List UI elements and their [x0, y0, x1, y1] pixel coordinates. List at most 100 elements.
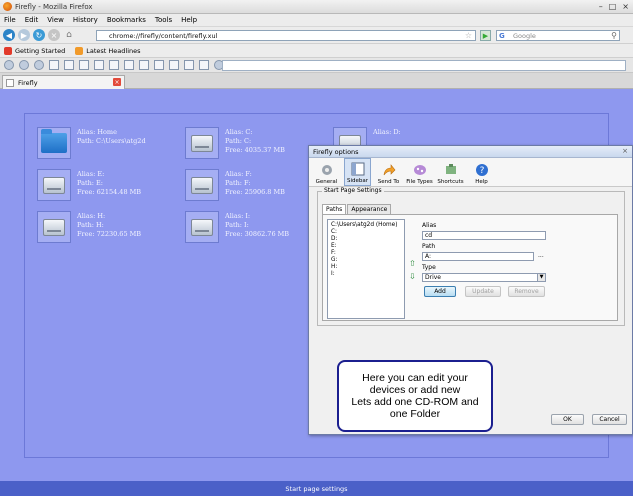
search-icon[interactable]: ⚲ [611, 31, 617, 40]
toolbar-send-to[interactable]: Send To [375, 158, 402, 186]
device-icon[interactable] [185, 211, 219, 243]
dialog-title-bar[interactable]: Firefly options [309, 146, 632, 158]
toolbar-icon[interactable] [49, 60, 59, 70]
type-label: Type [422, 264, 436, 271]
svg-text:?: ? [479, 166, 484, 176]
ok-button[interactable]: OK [551, 414, 584, 425]
menu-tools[interactable]: Tools [155, 16, 172, 24]
close-icon[interactable]: × [622, 2, 629, 11]
alias-input[interactable]: cd [422, 231, 546, 240]
device-icon[interactable] [37, 211, 71, 243]
move-up-icon[interactable]: ⇧ [409, 259, 416, 268]
toolbar-icon[interactable] [4, 60, 14, 70]
device-alias: Alias: F: [225, 170, 252, 178]
menu-help[interactable]: Help [181, 16, 197, 24]
toolbar-icon[interactable] [124, 60, 134, 70]
toolbar-label: Send To [377, 179, 400, 185]
list-item[interactable]: C:\Users\atg2d (Home) [331, 222, 401, 229]
back-icon[interactable]: ◀ [3, 29, 15, 41]
device-icon[interactable] [37, 169, 71, 201]
chevron-down-icon[interactable]: ▼ [537, 274, 545, 281]
list-item[interactable]: E: [331, 243, 401, 250]
toolbar-icon[interactable] [34, 60, 44, 70]
toolbar-help[interactable]: ? Help [468, 158, 495, 186]
maximize-icon[interactable]: □ [609, 2, 617, 11]
device-item[interactable]: Alias: C: Path: C: Free: 4035.37 MB [185, 127, 285, 159]
list-item[interactable]: G: [331, 257, 401, 264]
device-item[interactable]: Alias: I: Path: I: Free: 30862.76 MB [185, 211, 289, 243]
menu-view[interactable]: View [47, 16, 64, 24]
device-item[interactable]: Alias: F: Path: F: Free: 25906.8 MB [185, 169, 285, 201]
toolbar-general[interactable]: General [313, 158, 340, 186]
bookmark-latest-headlines[interactable]: Latest Headlines [75, 46, 141, 55]
menu-bookmarks[interactable]: Bookmarks [107, 16, 146, 24]
close-tab-icon[interactable]: × [113, 78, 121, 86]
list-item[interactable]: H: [331, 264, 401, 271]
device-list[interactable]: C:\Users\atg2d (Home) C: D: E: F: G: H: … [327, 219, 405, 319]
list-item[interactable]: C: [331, 229, 401, 236]
device-item[interactable]: Alias: H: Path: H: Free: 72230.65 MB [37, 211, 141, 243]
move-down-icon[interactable]: ⇩ [409, 272, 416, 281]
device-icon[interactable] [37, 127, 71, 159]
cancel-button[interactable]: Cancel [592, 414, 627, 425]
device-icon[interactable] [185, 169, 219, 201]
forward-icon[interactable]: ▶ [18, 29, 30, 41]
type-select[interactable]: Drive ▼ [422, 273, 546, 282]
toolbar-file-types[interactable]: File Types [406, 158, 433, 186]
dialog-close-icon[interactable]: × [620, 147, 630, 156]
toolbar-icon[interactable] [79, 60, 89, 70]
remove-button[interactable]: Remove [508, 286, 545, 297]
url-text: chrome://firefly/content/firefly.xul [109, 31, 218, 40]
go-icon[interactable]: ▶ [480, 30, 491, 41]
file-types-icon [413, 165, 426, 175]
toolbar-icon[interactable] [184, 60, 194, 70]
remove-label: Remove [514, 288, 539, 295]
toolbar-icon[interactable] [19, 60, 29, 70]
device-info: Alias: C: Path: C: Free: 4035.37 MB [225, 127, 285, 159]
firefly-path-input[interactable] [222, 60, 626, 71]
menu-history[interactable]: History [73, 16, 98, 24]
dialog-toolbar: General Sidebar Send To File Types Short… [309, 158, 632, 187]
toolbar-icon[interactable] [199, 60, 209, 70]
toolbar-icon[interactable] [154, 60, 164, 70]
toolbar-icon[interactable] [94, 60, 104, 70]
reload-icon[interactable]: ↻ [33, 29, 45, 41]
device-item[interactable]: Alias: Home Path: C:\Users\atg2d [37, 127, 146, 159]
drive-icon [191, 134, 213, 152]
device-item[interactable]: Alias: E: Path: E: Free: 62154.48 MB [37, 169, 141, 201]
menu-file[interactable]: File [4, 16, 16, 24]
google-icon[interactable]: G [499, 32, 505, 40]
bookmark-label: Latest Headlines [86, 46, 141, 55]
menu-edit[interactable]: Edit [25, 16, 39, 24]
bookmark-getting-started[interactable]: Getting Started [4, 46, 65, 55]
group-label: Start Page Settings [322, 187, 384, 194]
page-icon [6, 78, 14, 87]
home-icon[interactable]: ⌂ [63, 29, 75, 41]
toolbar-sidebar[interactable]: Sidebar [344, 158, 371, 186]
toolbar-icon[interactable] [109, 60, 119, 70]
toolbar-icon[interactable] [169, 60, 179, 70]
toolbar-shortcuts[interactable]: Shortcuts [437, 158, 464, 186]
toolbar-icon[interactable] [64, 60, 74, 70]
stop-icon[interactable]: × [48, 29, 60, 41]
search-box[interactable]: G Google ⚲ [496, 30, 620, 41]
list-item[interactable]: D: [331, 236, 401, 243]
minimize-icon[interactable]: – [599, 2, 603, 11]
update-button[interactable]: Update [465, 286, 501, 297]
path-label: Path [422, 243, 436, 250]
url-bar[interactable]: chrome://firefly/content/firefly.xul ☆ [96, 30, 476, 41]
status-text: Start page settings [285, 484, 348, 493]
path-input[interactable]: A: [422, 252, 534, 261]
list-item[interactable]: I: [331, 271, 401, 278]
browse-button[interactable]: ... [538, 252, 544, 259]
bookmarks-toolbar: Getting Started Latest Headlines [0, 44, 633, 58]
toolbar-icon[interactable] [139, 60, 149, 70]
device-icon[interactable] [185, 127, 219, 159]
device-alias: Alias: I: [225, 212, 251, 220]
toolbar-label: File Types [406, 179, 433, 185]
tab-firefly[interactable]: Firefly × [2, 75, 125, 89]
list-item[interactable]: F: [331, 250, 401, 257]
bookmark-star-icon[interactable]: ☆ [465, 31, 472, 40]
tutorial-callout: Here you can edit your devices or add ne… [337, 360, 493, 432]
add-button[interactable]: Add [424, 286, 456, 297]
